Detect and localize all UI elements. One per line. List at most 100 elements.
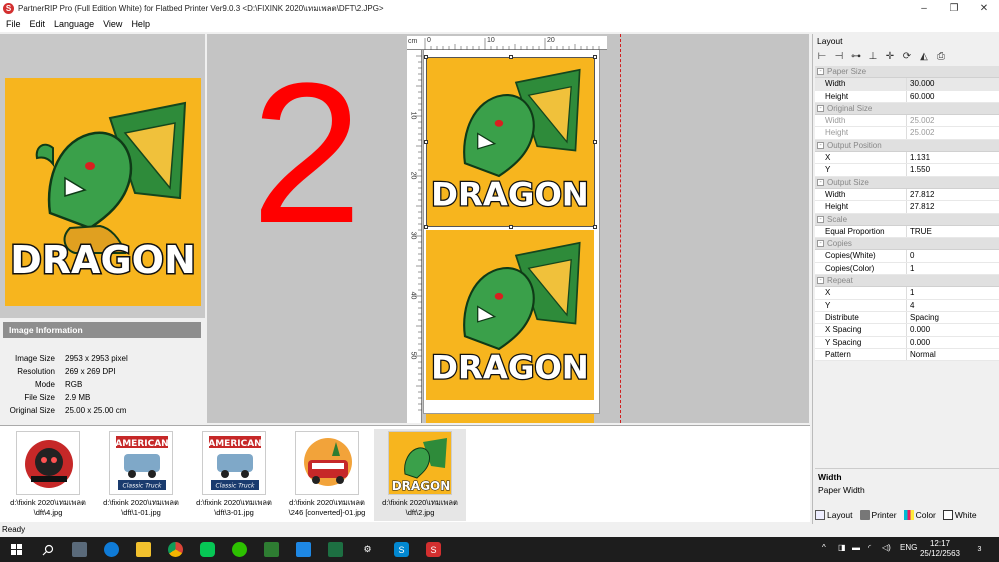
battery-icon[interactable]: ▬ bbox=[852, 543, 860, 552]
prop-row[interactable]: Equal Proportion TRUE bbox=[815, 225, 999, 239]
center-page-icon[interactable]: ✛ bbox=[884, 50, 896, 62]
prop-value[interactable]: 1 bbox=[907, 287, 999, 298]
app-icon[interactable] bbox=[296, 542, 311, 557]
prop-row[interactable]: Width 30.000 bbox=[815, 78, 999, 91]
prop-value[interactable]: Spacing bbox=[907, 312, 999, 323]
skype-icon[interactable]: S bbox=[394, 542, 409, 557]
tray-overflow-icon[interactable]: ^ bbox=[822, 543, 826, 552]
prop-value[interactable]: 27.812 bbox=[907, 189, 999, 200]
align-right-icon[interactable]: ⊣ bbox=[833, 50, 845, 62]
tab-printer[interactable]: Printer bbox=[859, 510, 897, 520]
printer-icon bbox=[859, 510, 870, 520]
artwork-copy[interactable]: DRAGON bbox=[426, 230, 594, 400]
chrome-icon[interactable] bbox=[168, 542, 183, 557]
prop-row[interactable]: Y 1.550 bbox=[815, 164, 999, 177]
collapse-icon[interactable]: - bbox=[817, 104, 824, 112]
maximize-button[interactable]: ❐ bbox=[939, 0, 969, 16]
prop-value[interactable]: 0.000 bbox=[907, 337, 999, 348]
prop-row[interactable]: X 1.131 bbox=[815, 152, 999, 165]
thumbnail-item[interactable]: AMERICAN Classic Truck d:\fixink 2020\เท… bbox=[188, 429, 280, 521]
settings-gear-icon[interactable]: ⚙ bbox=[360, 542, 375, 557]
app-icon[interactable] bbox=[72, 542, 87, 557]
artwork-copy[interactable]: DRAGON bbox=[426, 57, 594, 227]
collapse-icon[interactable]: - bbox=[817, 277, 824, 285]
thumbnail-item[interactable]: d:\fixink 2020\เทมเพลต \dft\4.jpg bbox=[2, 429, 94, 521]
close-button[interactable]: ✕ bbox=[969, 0, 999, 16]
category-output-size[interactable]: - Output Size bbox=[815, 176, 999, 189]
prop-row[interactable]: Y4 bbox=[815, 299, 999, 312]
collapse-icon[interactable]: - bbox=[817, 215, 824, 223]
prop-row[interactable]: Distribute Spacing bbox=[815, 311, 999, 325]
prop-value[interactable]: 30.000 bbox=[907, 78, 999, 89]
category-output-position[interactable]: - Output Position bbox=[815, 139, 999, 153]
network-icon[interactable]: ◜ bbox=[868, 543, 871, 552]
collapse-icon[interactable]: - bbox=[817, 68, 824, 75]
category-paper-size[interactable]: - Paper Size bbox=[815, 66, 999, 79]
prop-row[interactable]: Copies(Color) 1 bbox=[815, 262, 999, 276]
line-icon[interactable] bbox=[200, 542, 215, 557]
tab-color[interactable]: Color bbox=[903, 510, 936, 520]
prop-row[interactable]: Width 27.812 bbox=[815, 188, 999, 202]
prop-value[interactable]: 1 bbox=[907, 263, 999, 274]
wechat-icon[interactable] bbox=[232, 542, 247, 557]
windows-start-icon[interactable] bbox=[9, 542, 24, 557]
prop-value[interactable]: 4 bbox=[907, 300, 999, 311]
artwork-copy[interactable] bbox=[426, 414, 594, 423]
rotate-icon[interactable]: ⟳ bbox=[901, 50, 913, 62]
prop-row[interactable]: X1 bbox=[815, 287, 999, 300]
prop-value[interactable]: 60.000 bbox=[907, 91, 999, 102]
notification-icon[interactable]: 3 bbox=[972, 542, 987, 557]
edge-icon[interactable] bbox=[104, 542, 119, 557]
partnerrip-icon[interactable]: S bbox=[426, 542, 441, 557]
prop-name: Height bbox=[815, 201, 907, 213]
prop-row[interactable]: Y Spacing 0.000 bbox=[815, 336, 999, 349]
menu-help[interactable]: Help bbox=[131, 19, 150, 29]
tab-white[interactable]: White bbox=[942, 510, 977, 520]
thumbnail-item[interactable]: d:\fixink 2020\เทมเพลต \246 [converted]-… bbox=[281, 429, 373, 521]
menu-file[interactable]: File bbox=[6, 19, 21, 29]
prop-value[interactable]: 27.812 bbox=[907, 201, 999, 212]
prop-row[interactable]: Pattern Normal bbox=[815, 348, 999, 362]
prop-value[interactable]: 0 bbox=[907, 250, 999, 261]
menu-edit[interactable]: Edit bbox=[30, 19, 46, 29]
app-icon[interactable] bbox=[264, 542, 279, 557]
print-icon[interactable]: ⎙ bbox=[935, 50, 947, 62]
category-scale[interactable]: - Scale bbox=[815, 213, 999, 226]
category-label: Repeat bbox=[827, 276, 853, 286]
collapse-icon[interactable]: - bbox=[817, 141, 824, 149]
prop-value[interactable]: TRUE bbox=[907, 226, 999, 237]
search-icon[interactable] bbox=[40, 542, 55, 557]
align-left-icon[interactable]: ⊢ bbox=[816, 50, 828, 62]
tab-layout[interactable]: Layout bbox=[815, 510, 853, 520]
excel-icon[interactable] bbox=[328, 542, 343, 557]
description-text: Paper Width bbox=[818, 485, 865, 495]
collapse-icon[interactable]: - bbox=[817, 178, 824, 186]
language-indicator[interactable]: ENG bbox=[900, 543, 917, 552]
folder-icon[interactable] bbox=[136, 542, 151, 557]
prop-value[interactable]: 1.550 bbox=[907, 164, 999, 175]
category-repeat[interactable]: - Repeat bbox=[815, 275, 999, 288]
prop-row[interactable]: Height 27.812 bbox=[815, 201, 999, 214]
thumbnail-item-selected[interactable]: DRAGON d:\fixink 2020\เทมเพลต \dft\2.jpg bbox=[374, 429, 466, 521]
align-vcenter-icon[interactable]: ⊥ bbox=[867, 50, 879, 62]
layout-canvas[interactable]: 2 10 20 30 40 50 cm 0 10 20 DRAGON DRAGO… bbox=[207, 34, 809, 423]
mirror-icon[interactable]: ◭ bbox=[918, 50, 930, 62]
volume-icon[interactable]: ◁) bbox=[882, 543, 891, 552]
category-original-size[interactable]: - Original Size bbox=[815, 102, 999, 116]
prop-value[interactable]: 1.131 bbox=[907, 152, 999, 163]
menu-view[interactable]: View bbox=[103, 19, 122, 29]
prop-value[interactable]: 0.000 bbox=[907, 324, 999, 335]
align-hcenter-icon[interactable]: ⊶ bbox=[850, 50, 862, 62]
prop-row[interactable]: Copies(White) 0 bbox=[815, 250, 999, 263]
minimize-button[interactable]: – bbox=[909, 0, 939, 16]
menu-language[interactable]: Language bbox=[54, 19, 94, 29]
category-copies[interactable]: - Copies bbox=[815, 238, 999, 251]
tray-app-icon[interactable]: ◨ bbox=[838, 543, 846, 552]
thumbnail-item[interactable]: AMERICAN Classic Truck d:\fixink 2020\เท… bbox=[95, 429, 187, 521]
prop-row[interactable]: X Spacing 0.000 bbox=[815, 324, 999, 337]
system-clock[interactable]: 12:17 25/12/2563 bbox=[916, 539, 964, 559]
collapse-icon[interactable]: - bbox=[817, 240, 824, 248]
window-controls: – ❐ ✕ bbox=[909, 0, 999, 16]
prop-row[interactable]: Height 60.000 bbox=[815, 90, 999, 103]
prop-value[interactable]: Normal bbox=[907, 349, 999, 360]
